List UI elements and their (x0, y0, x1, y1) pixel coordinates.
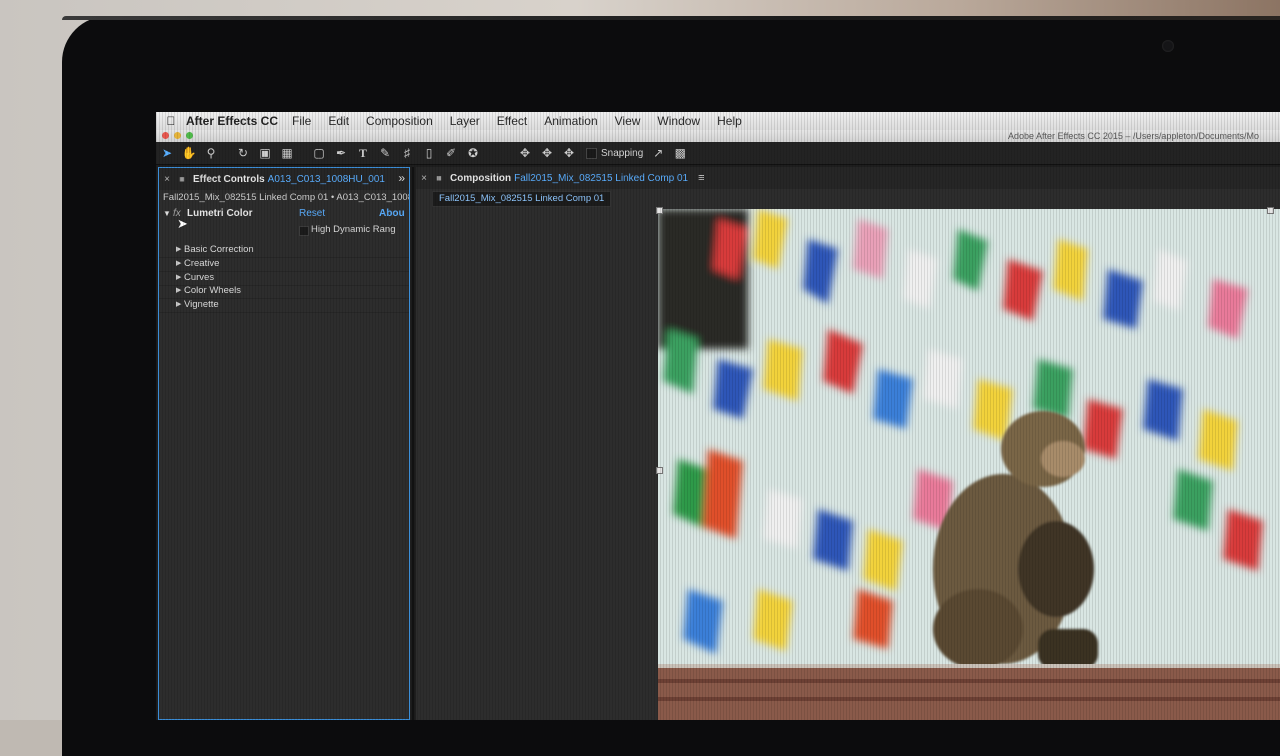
webcam-icon (1162, 40, 1174, 52)
panel-divider[interactable] (412, 167, 414, 720)
composition-tab-comp[interactable]: Fall2015_Mix_082515 Linked Comp 01 (514, 173, 688, 184)
clone-stamp-tool-icon[interactable]: ♯ (396, 144, 418, 162)
composition-viewer[interactable] (658, 209, 1280, 720)
close-window-button[interactable] (162, 132, 169, 139)
pen-tool-icon[interactable]: ✒ (330, 144, 352, 162)
menu-layer[interactable]: Layer (450, 114, 480, 128)
screen:  After Effects CC File Edit Composition… (156, 112, 1280, 720)
tools-toolbar: ➤ ✋ ⚲ ↻ ▣ ▦ ▢ ✒ T ✎ ♯ ▯ ✐ ✪ ✥ ✥ ✥ Snappi… (156, 142, 1280, 165)
window-title: Adobe After Effects CC 2015 – /Users/app… (1008, 131, 1259, 141)
snapping-label: Snapping (601, 147, 644, 159)
collapsed-triangle-icon[interactable]: ▶ (176, 273, 181, 281)
lock-icon[interactable]: ■ (175, 174, 189, 184)
type-tool-icon[interactable]: T (352, 144, 374, 162)
composition-tab-label: Composition (450, 172, 512, 184)
collapsed-triangle-icon[interactable]: ▶ (176, 245, 181, 253)
window-controls (162, 132, 193, 139)
expand-triangle-icon[interactable]: ▼ (163, 209, 171, 218)
effect-controls-tab-label: Effect Controls (193, 173, 265, 185)
composition-tab[interactable]: × ■ Composition Fall2015_Mix_082515 Link… (416, 167, 1280, 189)
hdr-option-row: High Dynamic Rang (159, 224, 409, 238)
about-link[interactable]: Abou (379, 208, 405, 219)
bezel-highlight (62, 16, 1280, 20)
section-label: Vignette (184, 299, 219, 310)
effect-controls-tab[interactable]: × ■ Effect Controls A013_C013_1008HU_001… (159, 168, 409, 190)
selection-tool-icon[interactable]: ➤ (156, 144, 178, 162)
menu-composition[interactable]: Composition (366, 114, 433, 128)
effect-name: Lumetri Color (187, 208, 253, 219)
effect-header-lumetri[interactable]: ▼ fx Lumetri Color Reset Abou (159, 208, 409, 222)
snapping-grid-icon[interactable]: ▩ (669, 144, 691, 162)
zoom-tool-icon[interactable]: ⚲ (200, 144, 222, 162)
menu-effect[interactable]: Effect (497, 114, 527, 128)
window-title-bar: Adobe After Effects CC 2015 – /Users/app… (156, 130, 1280, 142)
monkey-prayer-flags-image (658, 209, 1280, 720)
close-tab-icon[interactable]: × (159, 174, 175, 185)
minimize-window-button[interactable] (174, 132, 181, 139)
zoom-window-button[interactable] (186, 132, 193, 139)
section-creative[interactable]: ▶ Creative (159, 258, 409, 272)
lock-icon[interactable]: ■ (432, 173, 446, 183)
camera-tool-icon[interactable]: ▣ (254, 144, 276, 162)
composition-subtab[interactable]: Fall2015_Mix_082515 Linked Comp 01 (432, 191, 612, 207)
app-menu[interactable]: After Effects CC (186, 114, 278, 128)
apple-icon[interactable]:  (156, 114, 186, 128)
collapsed-triangle-icon[interactable]: ▶ (176, 286, 181, 294)
menu-file[interactable]: File (292, 114, 311, 128)
layer-handle[interactable] (656, 207, 663, 214)
section-label: Curves (184, 272, 215, 283)
menu-window[interactable]: Window (657, 114, 700, 128)
snapping-checkbox[interactable] (586, 147, 597, 159)
brush-tool-icon[interactable]: ✎ (374, 144, 396, 162)
layer-handle[interactable] (656, 467, 663, 474)
workspace: × ■ Effect Controls A013_C013_1008HU_001… (156, 165, 1280, 720)
section-curves[interactable]: ▶ Curves (159, 272, 409, 286)
close-tab-icon[interactable]: × (416, 173, 432, 184)
puppet-pin-tool-icon[interactable]: ✪ (462, 144, 484, 162)
view-axis-icon[interactable]: ✥ (558, 144, 580, 162)
hand-tool-icon[interactable]: ✋ (178, 144, 200, 162)
world-axis-icon[interactable]: ✥ (536, 144, 558, 162)
rectangle-tool-icon[interactable]: ▢ (308, 144, 330, 162)
rotate-tool-icon[interactable]: ↻ (232, 144, 254, 162)
reset-link[interactable]: Reset (299, 208, 325, 219)
effect-controls-path: Fall2015_Mix_082515 Linked Comp 01 • A01… (163, 192, 409, 203)
section-basic-correction[interactable]: ▶ Basic Correction (159, 244, 409, 258)
section-vignette[interactable]: ▶ Vignette (159, 299, 409, 313)
collapsed-triangle-icon[interactable]: ▶ (176, 259, 181, 267)
menu-view[interactable]: View (615, 114, 641, 128)
menu-animation[interactable]: Animation (544, 114, 597, 128)
section-color-wheels[interactable]: ▶ Color Wheels (159, 285, 409, 299)
section-label: Creative (184, 258, 220, 269)
roto-brush-tool-icon[interactable]: ✐ (440, 144, 462, 162)
menu-bar:  After Effects CC File Edit Composition… (156, 112, 1280, 131)
menu-edit[interactable]: Edit (328, 114, 349, 128)
menu-help[interactable]: Help (717, 114, 742, 128)
snapping-options-icon[interactable]: ↗ (647, 144, 669, 162)
hdr-checkbox[interactable] (299, 226, 309, 236)
composition-panel: × ■ Composition Fall2015_Mix_082515 Link… (416, 167, 1280, 720)
hdr-label: High Dynamic Rang (311, 224, 396, 235)
effect-controls-panel: × ■ Effect Controls A013_C013_1008HU_001… (158, 167, 410, 720)
section-label: Color Wheels (184, 285, 242, 296)
panel-overflow-icon[interactable]: » (395, 171, 405, 185)
collapsed-triangle-icon[interactable]: ▶ (176, 300, 181, 308)
eraser-tool-icon[interactable]: ▯ (418, 144, 440, 162)
section-label: Basic Correction (184, 244, 254, 255)
panel-menu-icon[interactable]: ≡ (698, 172, 704, 184)
effect-controls-layer-link[interactable]: A013_C013_1008HU_001 (268, 174, 385, 185)
local-axis-icon[interactable]: ✥ (514, 144, 536, 162)
pan-behind-tool-icon[interactable]: ▦ (276, 144, 298, 162)
layer-handle[interactable] (1267, 207, 1274, 214)
